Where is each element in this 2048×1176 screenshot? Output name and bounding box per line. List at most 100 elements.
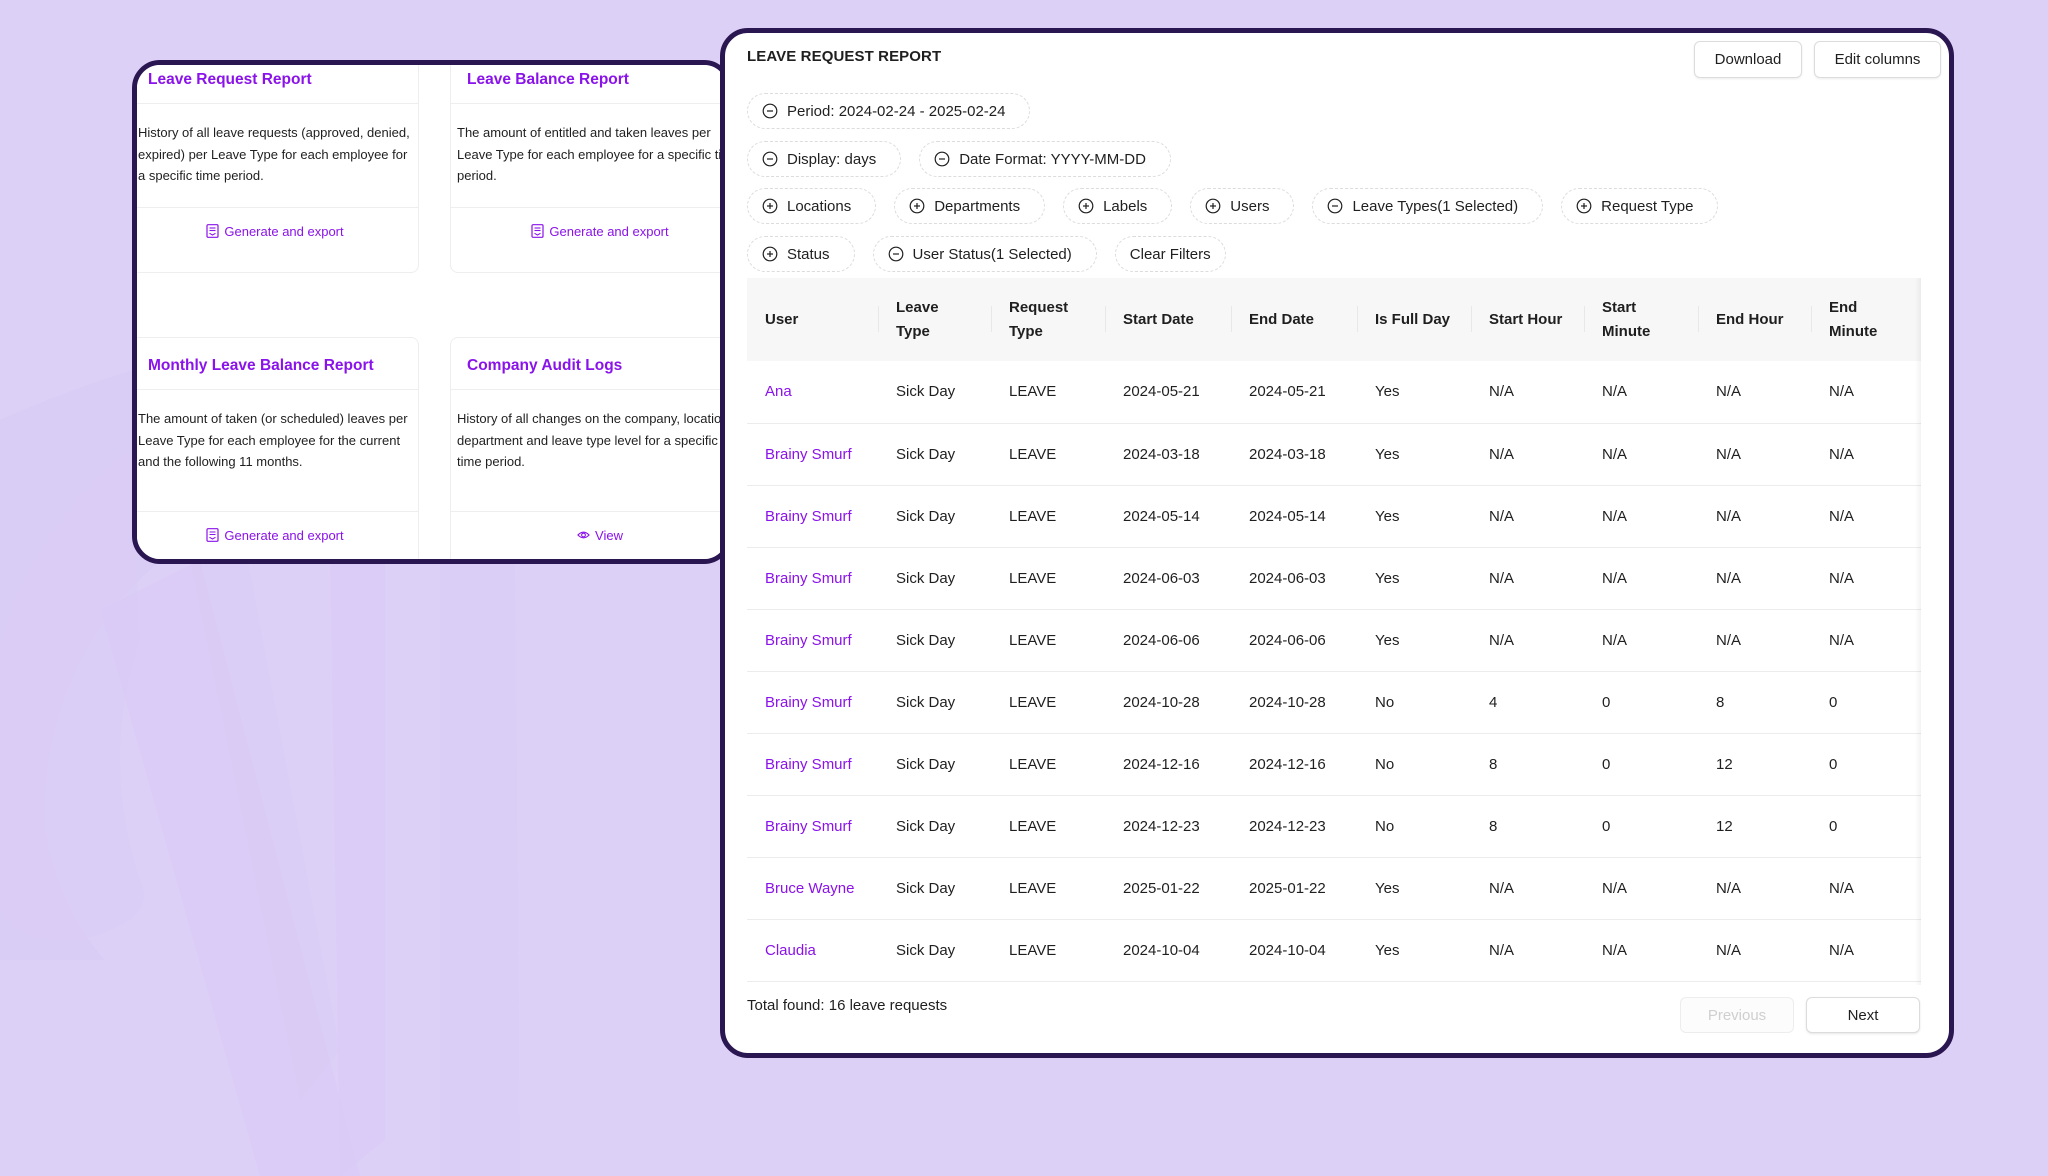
- report-card-description: The amount of taken (or scheduled) leave…: [137, 390, 418, 512]
- report-card-monthly-leave-balance: Monthly Leave Balance Report The amount …: [137, 337, 419, 559]
- cell-is-full-day: Yes: [1375, 941, 1400, 959]
- filter-chip-period[interactable]: Period: 2024-02-24 - 2025-02-24: [747, 93, 1031, 129]
- clear-filters-button[interactable]: Clear Filters: [1114, 236, 1226, 272]
- filter-chip-users[interactable]: Users: [1190, 188, 1295, 224]
- filter-chip-labels[interactable]: Labels: [1063, 188, 1173, 224]
- filter-chip-status[interactable]: Status: [747, 236, 855, 272]
- column-header-end-hour[interactable]: End Hour: [1698, 278, 1811, 361]
- cell-end-hour: 12: [1716, 817, 1733, 835]
- cell-start-date: 2024-10-04: [1123, 941, 1200, 959]
- cell-user[interactable]: Brainy Smurf: [747, 671, 878, 733]
- table-row: Bruce Wayne Sick Day LEAVE 2025-01-22 2025-0…: [747, 857, 1921, 919]
- cell-end-date: 2024-10-04: [1249, 941, 1326, 959]
- cell-leave-type: Sick Day: [896, 941, 956, 959]
- plus-circle-icon: [1576, 198, 1592, 214]
- generate-export-link[interactable]: Generate and export: [137, 208, 418, 254]
- filter-chip-locations[interactable]: Locations: [747, 188, 877, 224]
- cell-request-type: LEAVE: [1009, 569, 1057, 587]
- cell-user[interactable]: Brainy Smurf: [747, 733, 878, 795]
- column-header-end-minute[interactable]: End Minute: [1811, 278, 1921, 361]
- cell-user[interactable]: Brainy Smurf: [747, 423, 878, 485]
- filter-chip-label: Request Type: [1601, 197, 1694, 215]
- cell-end-date: 2024-12-23: [1249, 817, 1326, 835]
- cell-end-hour: N/A: [1716, 445, 1742, 463]
- cell-start-hour: N/A: [1489, 383, 1515, 401]
- column-header-start-minute[interactable]: Start Minute: [1584, 278, 1698, 361]
- filter-row-4: Status User Status(1 Selected) Clear Fil…: [747, 236, 1226, 272]
- cell-is-full-day: Yes: [1375, 507, 1400, 525]
- column-header-end-date[interactable]: End Date: [1231, 278, 1357, 361]
- cell-start-hour: N/A: [1489, 569, 1515, 587]
- generate-export-link[interactable]: Generate and export: [451, 208, 727, 254]
- report-card-leave-request: Leave Request Report History of all leav…: [137, 65, 419, 273]
- filter-chip-display[interactable]: Display: days: [747, 141, 902, 177]
- column-header-request-type[interactable]: Request Type: [991, 278, 1105, 361]
- filter-row-2: Display: days Date Format: YYYY-MM-DD: [747, 141, 1171, 177]
- minus-circle-icon: [762, 151, 778, 167]
- table-row: Brainy Smurf Sick Day LEAVE 2024-06-03 2024-…: [747, 547, 1921, 609]
- column-header-is-full-day[interactable]: Is Full Day: [1357, 278, 1471, 361]
- cell-end-hour: 12: [1716, 755, 1733, 773]
- cell-user[interactable]: Bruce Wayne: [747, 857, 878, 919]
- column-header-start-hour[interactable]: Start Hour: [1471, 278, 1584, 361]
- cell-end-minute: 0: [1829, 817, 1838, 835]
- column-header-user[interactable]: User: [747, 278, 878, 361]
- cell-start-minute: N/A: [1602, 941, 1628, 959]
- plus-circle-icon: [762, 246, 778, 262]
- cell-request-type: LEAVE: [1009, 755, 1057, 773]
- cell-user[interactable]: Ana: [747, 361, 878, 423]
- report-card-title: Leave Request Report: [137, 65, 418, 104]
- cell-request-type: LEAVE: [1009, 507, 1057, 525]
- cell-start-date: 2024-05-21: [1123, 383, 1200, 401]
- cell-start-hour: N/A: [1489, 507, 1515, 525]
- cell-end-hour: N/A: [1716, 879, 1742, 897]
- view-link[interactable]: View: [451, 512, 727, 558]
- generate-export-label: Generate and export: [224, 527, 344, 543]
- filter-chip-leave-types[interactable]: Leave Types(1 Selected): [1312, 188, 1544, 224]
- generate-export-label: Generate and export: [224, 223, 344, 239]
- cell-end-hour: N/A: [1716, 631, 1742, 649]
- plus-circle-icon: [909, 198, 925, 214]
- column-header-leave-type[interactable]: Leave Type: [878, 278, 991, 361]
- cell-end-minute: N/A: [1829, 445, 1855, 463]
- report-card-title: Leave Balance Report: [451, 65, 727, 104]
- previous-page-button[interactable]: Previous: [1680, 997, 1794, 1033]
- download-button[interactable]: Download: [1694, 41, 1802, 78]
- cell-start-date: 2025-01-22: [1123, 879, 1200, 897]
- table-body: Ana Sick Day LEAVE 2024-05-21 2024-05-21 Yes N…: [747, 361, 1921, 981]
- minus-circle-icon: [888, 246, 903, 262]
- filter-chip-departments[interactable]: Departments: [894, 188, 1046, 224]
- cell-leave-type: Sick Day: [896, 755, 956, 773]
- cell-is-full-day: No: [1375, 693, 1395, 711]
- cell-leave-type: Sick Day: [896, 445, 956, 463]
- horizontal-scroll-edge: [1915, 278, 1921, 985]
- cell-end-minute: N/A: [1829, 631, 1855, 649]
- cell-is-full-day: Yes: [1375, 383, 1400, 401]
- table-row: Brainy Smurf Sick Day LEAVE 2024-05-14 2024-…: [747, 485, 1921, 547]
- cell-user[interactable]: Brainy Smurf: [747, 485, 878, 547]
- cell-user[interactable]: Brainy Smurf: [747, 795, 878, 857]
- cell-user[interactable]: Brainy Smurf: [747, 547, 878, 609]
- table-row: Brainy Smurf Sick Day LEAVE 2024-03-18 2024-…: [747, 423, 1921, 485]
- filter-chip-label: User Status(1 Selected): [912, 245, 1072, 263]
- cell-start-date: 2024-06-03: [1123, 569, 1200, 587]
- filter-chip-request-type[interactable]: Request Type: [1561, 188, 1719, 224]
- total-found-label: Total found: 16 leave requests: [747, 997, 948, 1014]
- cell-start-hour: N/A: [1489, 631, 1515, 649]
- cell-user[interactable]: Brainy Smurf: [747, 609, 878, 671]
- column-header-start-date[interactable]: Start Date: [1105, 278, 1231, 361]
- cell-end-hour: 8: [1716, 693, 1725, 711]
- minus-circle-icon: [1328, 198, 1343, 214]
- filter-chip-user-status[interactable]: User Status(1 Selected): [872, 236, 1097, 272]
- cell-leave-type: Sick Day: [896, 569, 956, 587]
- leave-requests-table-container[interactable]: User Leave Type Request Type Start Date …: [747, 278, 1921, 985]
- next-page-button[interactable]: Next: [1806, 997, 1920, 1033]
- cell-user[interactable]: Claudia: [747, 919, 878, 981]
- edit-columns-button[interactable]: Edit columns: [1814, 41, 1941, 78]
- cell-start-date: 2024-03-18: [1123, 445, 1200, 463]
- cell-start-minute: 0: [1602, 817, 1611, 835]
- filter-chip-label: Period: 2024-02-24 - 2025-02-24: [787, 102, 1006, 120]
- cell-start-date: 2024-12-23: [1123, 817, 1200, 835]
- generate-export-link[interactable]: Generate and export: [137, 512, 418, 558]
- filter-chip-date-format[interactable]: Date Format: YYYY-MM-DD: [919, 141, 1171, 177]
